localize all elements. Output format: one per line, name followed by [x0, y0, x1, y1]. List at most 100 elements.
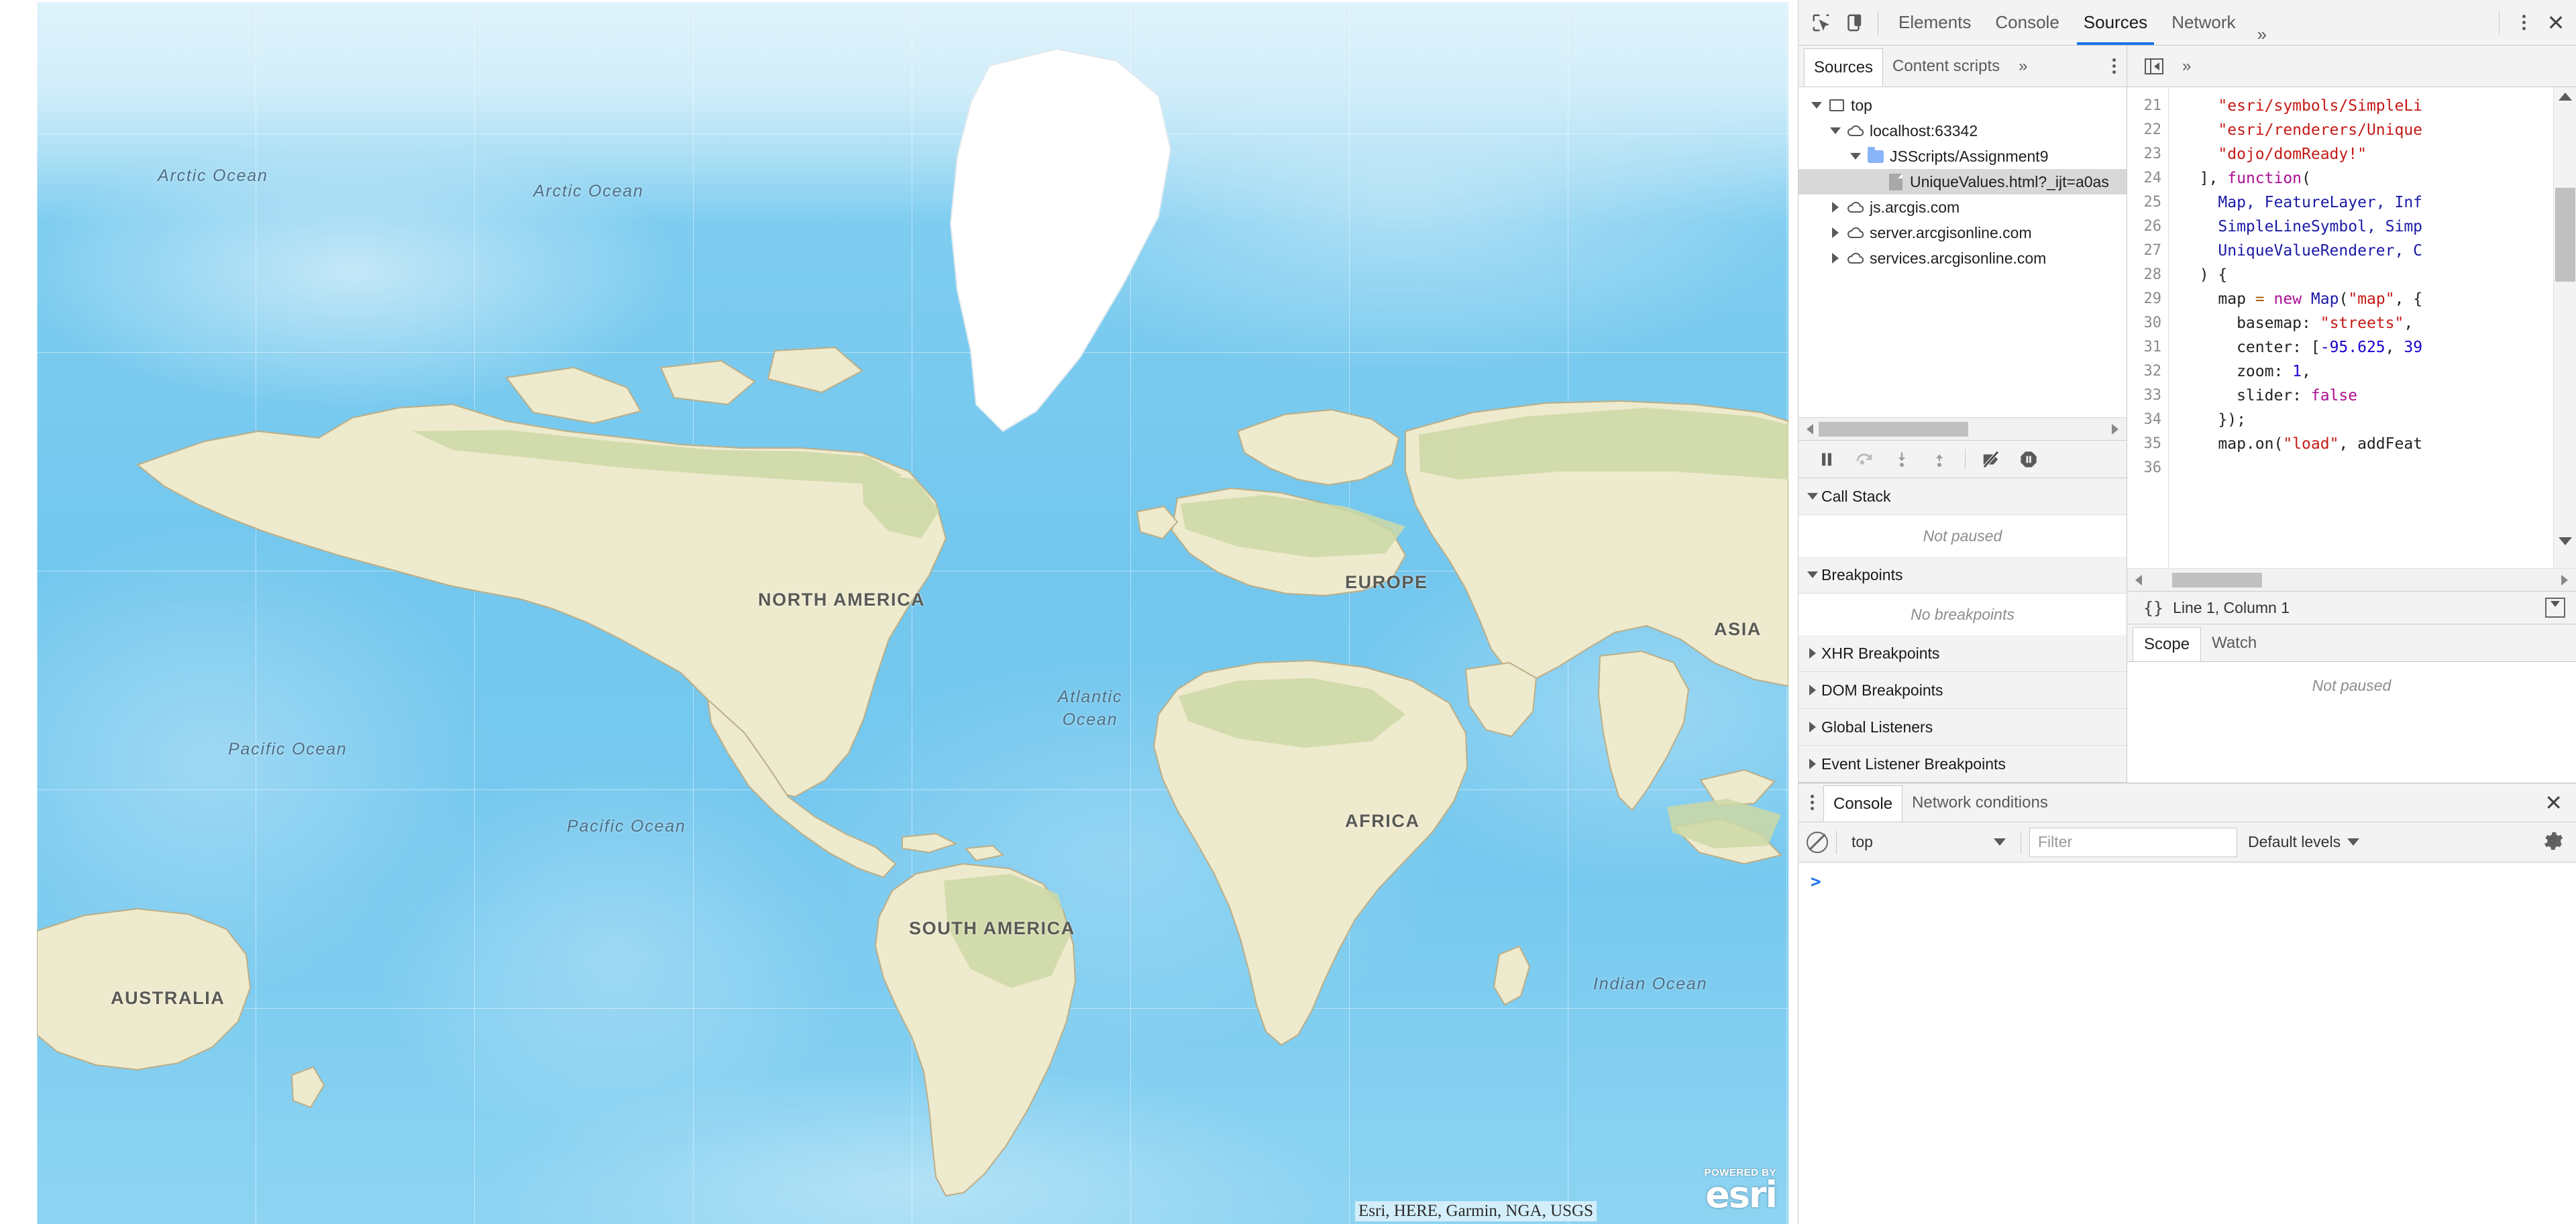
code-content[interactable]: "esri/symbols/SimpleLi "esri/renderers/U…	[2169, 87, 2576, 568]
line-number-gutter: 21 22 23 24 25 26 27 28 29 30 31 32 33 3…	[2127, 87, 2169, 568]
console-settings-icon[interactable]	[2541, 830, 2568, 854]
pretty-print-icon[interactable]: {}	[2134, 598, 2173, 618]
scroll-right-icon[interactable]	[2112, 423, 2118, 435]
section-dom-breakpoints[interactable]: DOM Breakpoints	[1799, 672, 2127, 709]
deactivate-breakpoints-icon[interactable]	[1972, 441, 2010, 478]
tab-watch[interactable]: Watch	[2201, 624, 2267, 661]
section-title: Breakpoints	[1821, 565, 1903, 583]
console-filter-input[interactable]: Filter	[2029, 827, 2237, 857]
console-toolbar: top Filter Default levels	[1799, 822, 2576, 863]
section-call-stack[interactable]: Call Stack	[1799, 478, 2127, 515]
tree-item-localhost[interactable]: localhost:63342	[1799, 118, 2127, 144]
section-xhr-breakpoints[interactable]: XHR Breakpoints	[1799, 635, 2127, 672]
section-global-listeners[interactable]: Global Listeners	[1799, 709, 2127, 746]
tree-item-label: UniqueValues.html?_ijt=a0as	[1910, 172, 2109, 190]
scope-pane: Scope Watch Not paused	[2127, 624, 2576, 783]
breakpoints-body: No breakpoints	[1799, 594, 2127, 635]
caret-right-icon[interactable]	[1827, 253, 1844, 264]
tab-network[interactable]: Network	[2159, 0, 2247, 45]
caret-right-icon[interactable]	[1804, 759, 1821, 769]
tree-item-label: JSScripts/Assignment9	[1890, 147, 2049, 165]
scroll-thumb[interactable]	[2171, 572, 2262, 588]
drawer-more-icon[interactable]	[1801, 783, 1823, 822]
editor-tabs-overflow-icon[interactable]: »	[2173, 57, 2200, 76]
toolbar-right-group: ✕	[2491, 7, 2572, 39]
resume-script-execution-icon[interactable]	[1808, 441, 1845, 478]
step-out-icon[interactable]	[1921, 441, 1958, 478]
section-event-listener-breakpoints[interactable]: Event Listener Breakpoints	[1799, 746, 2127, 783]
ocean-label: Arctic Ocean	[533, 182, 644, 201]
scroll-down-icon[interactable]	[2559, 537, 2572, 545]
caret-right-icon[interactable]	[1827, 202, 1844, 213]
caret-right-icon[interactable]	[1804, 722, 1821, 732]
show-navigator-icon[interactable]	[2135, 50, 2173, 83]
caret-right-icon[interactable]	[1804, 685, 1821, 696]
caret-down-icon[interactable]	[1804, 571, 1821, 578]
caret-right-icon[interactable]	[1827, 227, 1844, 238]
continent-label: AUSTRALIA	[111, 988, 225, 1008]
scroll-left-icon[interactable]	[1807, 423, 1813, 435]
clear-console-icon[interactable]	[1807, 831, 1828, 853]
pause-on-exceptions-icon[interactable]	[2010, 441, 2047, 478]
tree-item-services-arcgisonline[interactable]: services.arcgisonline.com	[1799, 245, 2127, 271]
console-levels-select[interactable]: Default levels	[2241, 833, 2366, 851]
tabs-overflow-icon[interactable]: »	[2248, 24, 2276, 45]
close-devtools-icon[interactable]: ✕	[2540, 7, 2572, 39]
console-prompt-row[interactable]: >	[1811, 872, 2576, 899]
scroll-track[interactable]	[2147, 572, 2556, 588]
editor-vertical-scrollbar[interactable]	[2553, 87, 2576, 568]
caret-down-icon[interactable]	[1804, 493, 1821, 500]
continent-label: EUROPE	[1345, 572, 1428, 592]
toolbar-divider	[1836, 830, 1837, 854]
ocean-label: Pacific Ocean	[567, 817, 686, 836]
device-toolbar-icon[interactable]	[1837, 7, 1870, 39]
tab-network-conditions[interactable]: Network conditions	[1902, 783, 2057, 822]
console-context-select[interactable]: top	[1845, 828, 2012, 857]
caret-down-icon[interactable]	[1847, 153, 1864, 160]
navigator-horizontal-scrollbar[interactable]	[1799, 417, 2127, 440]
caret-down-icon[interactable]	[1808, 102, 1825, 109]
scroll-thumb[interactable]	[1819, 421, 1969, 437]
scroll-thumb[interactable]	[2555, 188, 2575, 282]
map-viewport[interactable]: NORTH AMERICA SOUTH AMERICA EUROPE AFRIC…	[0, 0, 1788, 1224]
tree-item-folder[interactable]: JSScripts/Assignment9	[1799, 144, 2127, 169]
tree-item-top[interactable]: top	[1799, 93, 2127, 118]
scroll-left-icon[interactable]	[2135, 574, 2142, 586]
code-editor[interactable]: 21 22 23 24 25 26 27 28 29 30 31 32 33 3…	[2127, 87, 2576, 568]
subtab-content-scripts[interactable]: Content scripts	[1883, 46, 2009, 87]
editor-settings-icon[interactable]	[2545, 598, 2569, 618]
caret-right-icon[interactable]	[1804, 648, 1821, 659]
step-over-icon[interactable]	[1845, 441, 1883, 478]
call-stack-empty-text: Not paused	[1923, 526, 2002, 545]
tab-console-drawer[interactable]: Console	[1823, 785, 1903, 822]
scroll-track[interactable]	[1819, 421, 2106, 437]
caret-down-icon[interactable]	[1827, 127, 1844, 134]
section-breakpoints[interactable]: Breakpoints	[1799, 557, 2127, 594]
tree-item-uniquevalues-html[interactable]: UniqueValues.html?_ijt=a0as	[1799, 169, 2127, 194]
tab-console[interactable]: Console	[1983, 0, 2071, 45]
call-stack-body: Not paused	[1799, 515, 2127, 557]
navigator-subtabs-overflow-icon[interactable]: »	[2009, 46, 2037, 87]
map-canvas[interactable]: NORTH AMERICA SOUTH AMERICA EUROPE AFRIC…	[37, 2, 1788, 1224]
editor-horizontal-scrollbar[interactable]	[2127, 568, 2576, 591]
inspect-element-icon[interactable]	[1805, 7, 1837, 39]
chevron-down-icon[interactable]	[2347, 838, 2360, 846]
scroll-right-icon[interactable]	[2561, 574, 2568, 586]
console-output[interactable]: >	[1799, 863, 2576, 1224]
chevron-down-icon[interactable]	[1994, 838, 2006, 846]
tab-scope[interactable]: Scope	[2133, 627, 2202, 661]
tab-elements[interactable]: Elements	[1886, 0, 1983, 45]
subtab-sources[interactable]: Sources	[1804, 48, 1884, 87]
close-drawer-icon[interactable]: ✕	[2531, 783, 2576, 822]
step-into-icon[interactable]	[1883, 441, 1921, 478]
scope-body: Not paused	[2127, 662, 2576, 783]
tree-item-js-arcgis[interactable]: js.arcgis.com	[1799, 194, 2127, 220]
tab-sources[interactable]: Sources	[2072, 0, 2159, 45]
toolbar-divider-right	[2499, 10, 2500, 35]
tree-item-label: top	[1851, 96, 1872, 114]
tree-item-server-arcgisonline[interactable]: server.arcgisonline.com	[1799, 220, 2127, 245]
more-options-icon[interactable]	[2508, 7, 2540, 39]
editor-header: »	[2127, 46, 2576, 87]
scroll-up-icon[interactable]	[2559, 93, 2572, 101]
navigator-more-icon[interactable]	[2102, 46, 2127, 87]
